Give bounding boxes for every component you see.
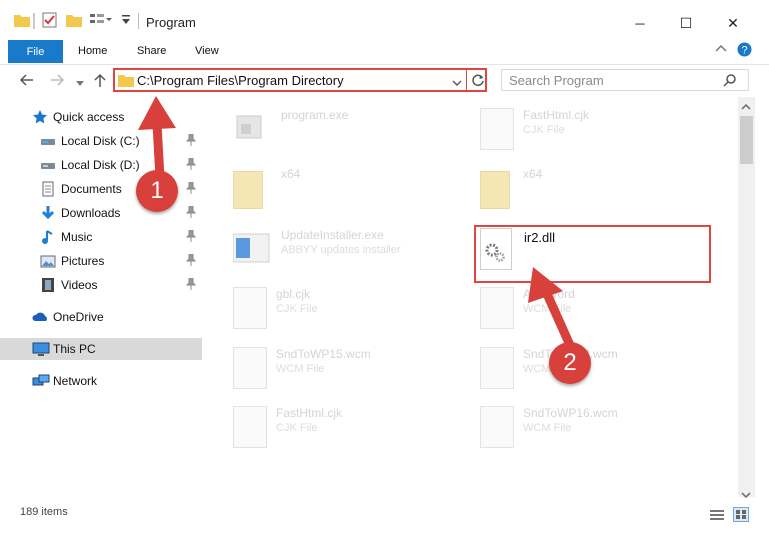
arrow-2 [543,291,574,348]
annotation-arrows [138,96,574,348]
arrow-1-head [138,96,176,130]
step-badge-2: 2 [549,342,591,384]
step-badge-1: 1 [136,170,178,212]
